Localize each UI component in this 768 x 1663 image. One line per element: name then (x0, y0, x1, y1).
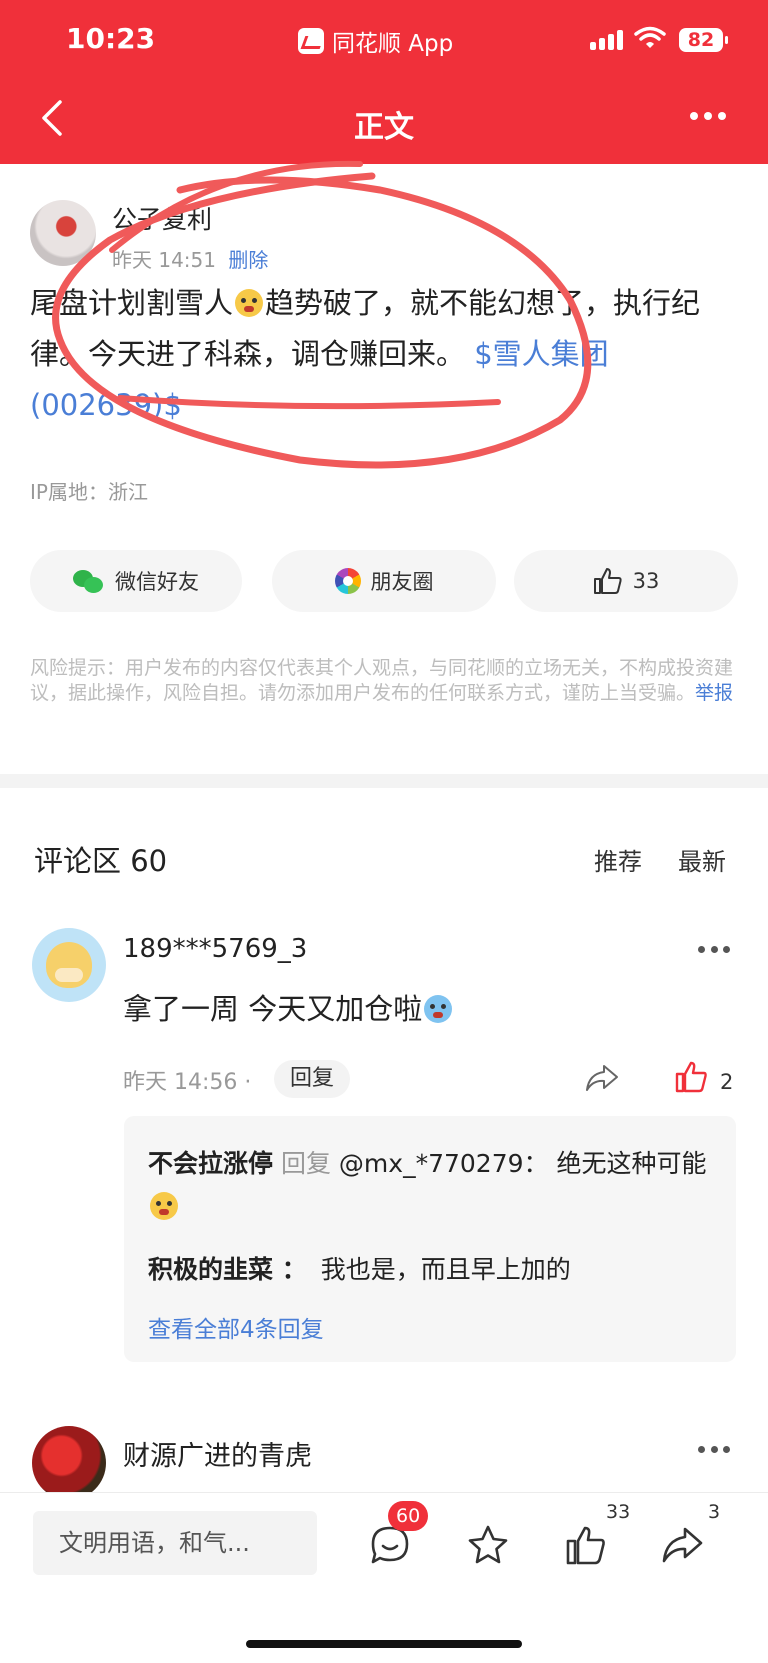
sort-latest-tab[interactable]: 最新 (678, 842, 726, 877)
reply-word: 回复 (273, 1149, 339, 1178)
share-count-sup: 3 (708, 1501, 721, 1523)
share-moments-label: 朋友圈 (370, 570, 434, 594)
share-moments-button[interactable]: 朋友圈 (272, 550, 496, 612)
commenter-name[interactable]: 189***5769_3 (123, 934, 307, 964)
post-text-part1: 尾盘计划割雪人 (30, 286, 234, 320)
delete-link[interactable]: 删除 (228, 248, 268, 272)
commenter-avatar[interactable] (32, 1426, 106, 1500)
battery-icon: 82 (679, 28, 728, 52)
author-avatar[interactable] (30, 200, 96, 266)
reply-item: 积极的韭菜 ： 我也是，而且早上加的 (148, 1250, 571, 1286)
comment-more-icon[interactable] (698, 946, 730, 954)
commenter-avatar[interactable] (32, 928, 106, 1002)
status-time: 10:23 (66, 22, 156, 55)
comment-time: 昨天 14:56 · (123, 1070, 252, 1095)
post-time: 昨天 14:51 (112, 248, 216, 272)
comment-text-wrap: 拿了一周 今天又加仓啦 (123, 986, 454, 1028)
share-wechat-button[interactable]: 微信好友 (30, 550, 242, 612)
reply-user[interactable]: 不会拉涨停 (148, 1149, 273, 1178)
comments-title: 评论区 60 (34, 844, 168, 878)
page-title: 正文 (354, 110, 414, 145)
reply-text: 绝无这种可能 (548, 1149, 707, 1178)
post-like-count: 33 (632, 569, 660, 593)
moments-icon (334, 568, 361, 594)
share-icon[interactable] (584, 1062, 620, 1094)
ip-location: IP属地：浙江 (30, 480, 148, 504)
wifi-icon (634, 26, 666, 48)
thumbs-up-icon (593, 568, 622, 594)
crying-emoji-icon (424, 995, 453, 1023)
screen: 10:23 同花顺 App 82 正文 公子复利 昨天 14:51 删除 尾盘计… (0, 0, 768, 1663)
laughing-crying-emoji-icon (150, 1192, 178, 1220)
comment-input[interactable]: 文明用语，和气... (33, 1511, 317, 1575)
commenter-name[interactable]: 财源广进的青虎 (123, 1434, 312, 1473)
risk-notice: 风险提示：用户发布的内容仅代表其个人观点，与同花顺的立场无关，不构成投资建议，据… (30, 656, 742, 706)
view-all-replies-link[interactable]: 查看全部4条回复 (148, 1310, 324, 1344)
reply-user[interactable]: 积极的韭菜 ： (148, 1255, 307, 1284)
status-app-name: 同花顺 App (332, 31, 454, 57)
more-options-icon[interactable] (690, 112, 726, 122)
home-indicator (246, 1640, 522, 1648)
comment-like-count: 2 (720, 1070, 734, 1094)
post-like-button[interactable]: 33 (514, 550, 738, 612)
comment-text: 拿了一周 今天又加仓啦 (123, 992, 423, 1026)
report-link[interactable]: 举报 (695, 682, 733, 704)
like-icon[interactable] (564, 1523, 608, 1567)
reply-button[interactable]: 回复 (274, 1060, 351, 1098)
replies-box[interactable]: 不会拉涨停 回复 @mx_*770279： 绝无这种可能 积极的韭菜 ： 我也是，… (124, 1116, 736, 1362)
header: 10:23 同花顺 App 82 正文 (0, 0, 768, 164)
liked-thumb-icon[interactable] (674, 1060, 708, 1094)
reply-target[interactable]: @mx_*770279： (339, 1149, 549, 1178)
signal-icon (590, 30, 624, 50)
reply-item: 不会拉涨停 回复 @mx_*770279： 绝无这种可能 (148, 1142, 708, 1230)
sort-recommend-tab[interactable]: 推荐 (594, 842, 642, 877)
star-icon[interactable] (466, 1523, 510, 1567)
post-meta: 昨天 14:51 删除 (112, 244, 268, 273)
status-app-indicator[interactable]: 同花顺 App (298, 24, 453, 58)
author-name[interactable]: 公子复利 (112, 200, 212, 236)
share-wechat-label: 微信好友 (115, 570, 199, 594)
comment-count-badge: 60 (388, 1501, 429, 1531)
risk-text: 风险提示：用户发布的内容仅代表其个人观点，与同花顺的立场无关，不构成投资建议，据… (30, 657, 734, 704)
bottom-action-bar: 文明用语，和气... 60 33 3 (0, 1492, 768, 1663)
app-logo-icon (298, 28, 324, 54)
like-count-sup: 33 (606, 1501, 631, 1523)
flushed-emoji-icon (235, 289, 264, 317)
wechat-icon (73, 568, 105, 594)
share-icon[interactable] (660, 1523, 704, 1567)
reply-text: 我也是，而且早上加的 (320, 1255, 571, 1284)
section-divider (0, 774, 768, 788)
comment-more-icon[interactable] (698, 1446, 730, 1454)
post-body: 尾盘计划割雪人 趋势破了，就不能幻想了，执行纪律。今天进了科森，调仓赚回来。 $雪… (30, 278, 742, 431)
cow-avatar-icon (46, 942, 92, 988)
